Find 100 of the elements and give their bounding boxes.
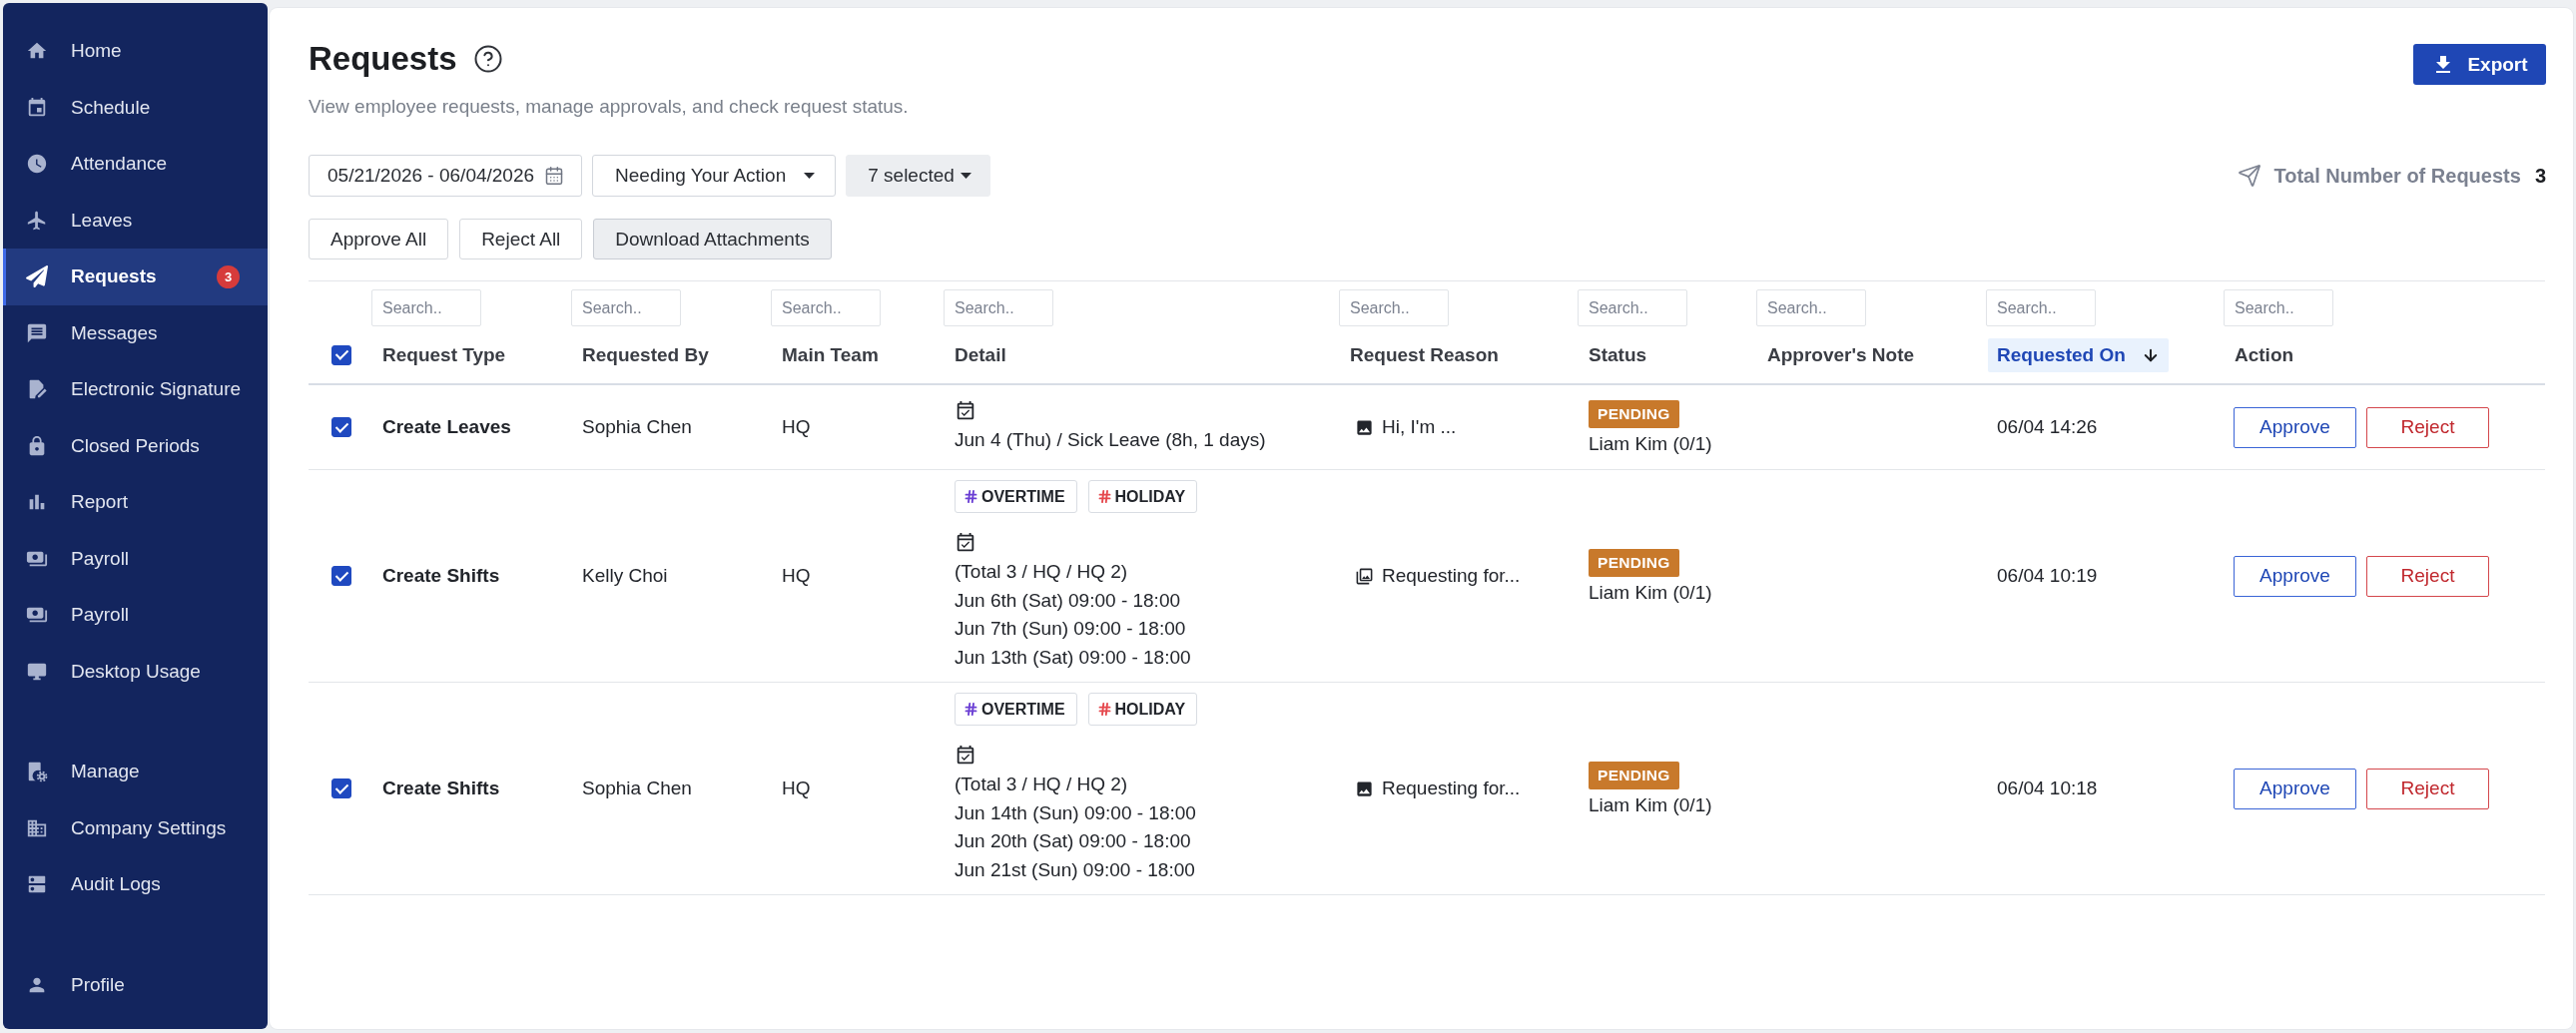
sidebar-item[interactable]: Company Settings — [3, 799, 268, 856]
tag: HOLIDAY — [1087, 480, 1198, 513]
detail-text: Jun 13th (Sat) 09:00 - 18:00 — [955, 645, 1191, 670]
image-icon — [1355, 417, 1374, 437]
select-all-checkbox[interactable] — [331, 344, 351, 365]
approve-button[interactable]: Approve — [2234, 555, 2356, 597]
reject-button[interactable]: Reject — [2366, 555, 2489, 597]
detail-text: (Total 3 / HQ / HQ 2) — [955, 560, 1128, 584]
date-range-field[interactable]: 05/21/2026 - 06/04/2026 — [309, 155, 583, 197]
table-cell-text: HQ — [781, 776, 812, 800]
sidebar-item[interactable]: Desktop Usage — [3, 643, 268, 700]
approver-text: Liam Kim (0/1) — [1589, 432, 1712, 455]
search-field[interactable]: Search.. — [571, 289, 681, 326]
sidebar-item[interactable]: Requests 3 — [3, 249, 268, 305]
page-subtitle: View employee requests, manage approvals, and check request status. — [309, 95, 909, 119]
page-title: Requests — [309, 39, 457, 79]
approver-text: Liam Kim (0/1) — [1589, 581, 1712, 604]
help-icon[interactable] — [472, 44, 503, 74]
sidebar-item[interactable]: Electronic Signature — [3, 361, 268, 418]
row-checkbox[interactable] — [331, 566, 351, 586]
images-icon — [1355, 566, 1374, 586]
reason-text: Requesting for... — [1382, 777, 1521, 799]
column-header[interactable]: Requested On — [1988, 337, 2169, 372]
table-cell-text: HQ — [781, 564, 812, 588]
search-field[interactable]: Search.. — [1339, 289, 1449, 326]
detail-text: Jun 20th (Sat) 09:00 - 18:00 — [955, 829, 1191, 853]
search-field[interactable]: Search.. — [2224, 289, 2333, 326]
search-field[interactable]: Search.. — [371, 289, 481, 326]
export-button[interactable]: Export — [2413, 44, 2546, 85]
total-label: Total Number of Requests — [2273, 164, 2521, 188]
approve-button[interactable]: Approve — [2234, 768, 2356, 809]
column-header[interactable]: Approver's Note — [1758, 337, 1924, 372]
column-header[interactable]: Request Reason — [1341, 337, 1508, 372]
row-checkbox[interactable] — [331, 778, 351, 798]
filter-dropdown[interactable]: Needing Your Action — [592, 155, 837, 197]
status-badge: PENDING — [1589, 761, 1679, 789]
caret-icon — [960, 173, 971, 179]
paper-plane-icon — [2238, 164, 2262, 188]
column-header[interactable]: Main Team — [773, 337, 888, 372]
reject-button[interactable]: Reject — [2366, 768, 2489, 809]
status-badge: PENDING — [1589, 548, 1679, 577]
column-header[interactable]: Detail — [946, 337, 1015, 372]
sidebar-item[interactable]: Audit Logs — [3, 856, 268, 913]
sidebar-item[interactable]: Payroll — [3, 587, 268, 644]
caret-icon — [804, 173, 816, 179]
table-cell-text: 06/04 10:18 — [1996, 776, 2099, 800]
sidebar-item[interactable]: Profile — [3, 956, 268, 1013]
bulk-action-button[interactable]: Approve All — [309, 219, 449, 259]
sidebar-item[interactable]: Closed Periods — [3, 417, 268, 474]
table-cell-text: Kelly Choi — [581, 564, 669, 588]
sidebar-item[interactable]: Manage — [3, 744, 268, 800]
image-icon — [1355, 778, 1374, 798]
tag: OVERTIME — [955, 480, 1077, 513]
reason-text: Hi, I'm ... — [1382, 416, 1457, 438]
sidebar-item[interactable]: Messages — [3, 304, 268, 361]
table-cell-text: HQ — [781, 415, 812, 439]
table-cell-text: 06/04 10:19 — [1996, 564, 2099, 588]
table-cell-text: Create Shifts — [381, 564, 501, 588]
search-field[interactable]: Search.. — [1756, 289, 1866, 326]
detail-text: (Total 3 / HQ / HQ 2) — [955, 773, 1128, 796]
table-cell-text: 06/04 14:26 — [1996, 415, 2099, 439]
table-cell-text: Create Leaves — [381, 415, 512, 439]
search-field[interactable]: Search.. — [1578, 289, 1687, 326]
column-header[interactable]: Requested By — [573, 337, 718, 372]
column-header[interactable]: Request Type — [373, 337, 515, 372]
sidebar-item[interactable]: Payroll — [3, 530, 268, 587]
calendar-check-icon — [955, 745, 976, 767]
sidebar-item[interactable]: Attendance — [3, 136, 268, 193]
approve-button[interactable]: Approve — [2234, 406, 2356, 448]
detail-text: Jun 14th (Sun) 09:00 - 18:00 — [955, 800, 1196, 825]
sidebar-item[interactable]: Report — [3, 474, 268, 531]
multiselect-dropdown[interactable]: 7 selected — [846, 155, 990, 197]
column-header[interactable]: Action — [2226, 337, 2303, 372]
table-cell-text: Sophia Chen — [581, 776, 693, 800]
table-cell-text: Create Shifts — [381, 776, 501, 800]
clock-icon — [26, 153, 48, 176]
bulk-action-button[interactable]: Reject All — [459, 219, 583, 259]
sidebar-item[interactable]: Leaves — [3, 192, 268, 249]
calendar-check-icon — [955, 399, 976, 422]
search-field[interactable]: Search.. — [771, 289, 881, 326]
bulk-action-button[interactable]: Download Attachments — [593, 219, 832, 259]
airplane-icon — [26, 209, 48, 232]
count-badge: 3 — [217, 264, 240, 288]
detail-text: Jun 6th (Sat) 09:00 - 18:00 — [955, 588, 1181, 613]
total-count: 3 — [2534, 164, 2546, 188]
row-checkbox[interactable] — [331, 417, 351, 437]
sidebar-item[interactable]: Home — [3, 23, 268, 80]
detail-text: Jun 21st (Sun) 09:00 - 18:00 — [955, 857, 1195, 882]
search-field[interactable]: Search.. — [944, 289, 1053, 326]
calendar-icon — [26, 96, 48, 119]
table-cell-text: Sophia Chen — [581, 415, 693, 439]
column-header[interactable]: Status — [1580, 337, 1656, 372]
calendar-icon — [544, 166, 565, 186]
sidebar-item[interactable]: Schedule — [3, 79, 268, 136]
approver-text: Liam Kim (0/1) — [1589, 793, 1712, 816]
search-field[interactable]: Search.. — [1986, 289, 2096, 326]
tag: OVERTIME — [955, 693, 1077, 726]
reject-button[interactable]: Reject — [2366, 406, 2489, 448]
detail-text: Jun 4 (Thu) / Sick Leave (8h, 1 days) — [955, 427, 1266, 452]
status-badge: PENDING — [1589, 399, 1679, 428]
